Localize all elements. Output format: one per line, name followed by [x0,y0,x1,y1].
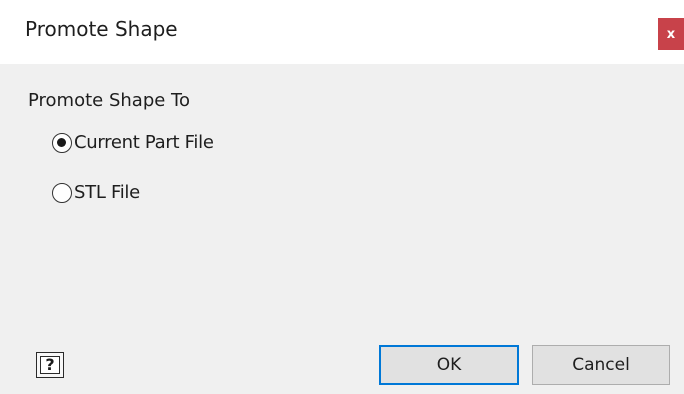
radio-button-checked[interactable] [52,132,72,153]
radio-label-stl-file[interactable]: STL File [74,182,140,203]
help-button[interactable]: ? [36,352,64,378]
radio-current-part-file[interactable]: Current Part File [52,132,214,153]
radio-label-current-part-file[interactable]: Current Part File [74,132,214,153]
radio-stl-file[interactable]: STL File [52,182,140,203]
promote-shape-to-label: Promote Shape To [28,90,190,111]
close-button[interactable]: x [658,18,684,50]
help-icon: ? [40,356,60,374]
ok-button[interactable]: OK [379,345,519,385]
radio-selected-dot [57,137,66,147]
promote-shape-dialog: Promote Shape x Promote Shape To Current… [0,0,684,394]
close-icon: x [666,26,676,42]
help-icon-glyph: ? [45,355,55,374]
dialog-title: Promote Shape [25,17,178,41]
cancel-button[interactable]: Cancel [532,345,670,385]
radio-button-unchecked[interactable] [52,182,72,203]
title-bar[interactable]: Promote Shape x [0,0,684,64]
ok-button-label: OK [436,355,462,375]
cancel-button-label: Cancel [572,355,630,375]
